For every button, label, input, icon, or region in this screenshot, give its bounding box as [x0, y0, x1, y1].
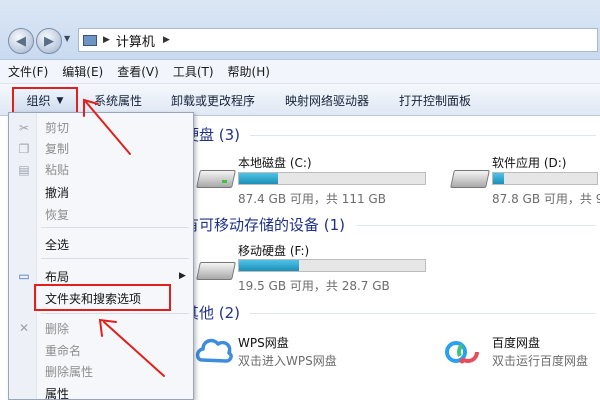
baidu-drive-name[interactable]: 百度网盘: [492, 334, 540, 351]
copy-icon: ❐: [18, 142, 30, 156]
section-divider: [250, 313, 596, 314]
map-network-drive-button[interactable]: 映射网络驱动器: [285, 92, 369, 109]
recent-pages-dropdown[interactable]: ▼: [64, 34, 70, 43]
drive-usage-fill: [239, 260, 299, 271]
breadcrumb-computer[interactable]: 计算机: [116, 31, 155, 50]
baidu-netdisk-icon[interactable]: [442, 330, 482, 370]
submenu-arrow-icon: ▶: [179, 271, 186, 281]
breadcrumb-separator-icon[interactable]: ▶: [103, 35, 110, 45]
menu-item-paste[interactable]: 粘贴: [45, 161, 69, 178]
menu-item-redo[interactable]: 恢复: [45, 206, 69, 223]
menu-item-properties[interactable]: 属性: [45, 385, 69, 400]
section-divider: [356, 225, 596, 226]
drive-name[interactable]: 本地磁盘 (C:): [238, 154, 312, 171]
organize-button[interactable]: 组织 ▼: [12, 87, 78, 114]
organize-menu: ✂ 剪切 ❐ 复制 ▤ 粘贴 撤消 恢复 全选 ▭ 布局 ▶ 文件夹和搜索选项 …: [8, 112, 194, 400]
baidu-drive-desc: 双击运行百度网盘: [492, 354, 589, 368]
back-button[interactable]: ◀: [8, 28, 34, 54]
menu-item-layout[interactable]: 布局: [45, 268, 69, 285]
forward-button[interactable]: ▶: [36, 28, 62, 54]
drive-info: 19.5 GB 可用，共 28.7 GB: [238, 279, 390, 293]
menu-separator: [41, 313, 189, 314]
drive-info: 87.4 GB 可用，共 111 GB: [238, 192, 386, 206]
removable-drive-icon[interactable]: [196, 258, 236, 282]
menu-bar: 文件(F) 编辑(E) 查看(V) 工具(T) 帮助(H): [0, 60, 600, 84]
menu-edit[interactable]: 编辑(E): [62, 63, 103, 80]
menu-help[interactable]: 帮助(H): [228, 63, 270, 80]
drive-usage-bar: [492, 172, 598, 185]
drive-usage-bar: [238, 172, 426, 185]
breadcrumb-separator-icon[interactable]: ▶: [163, 35, 170, 45]
hard-drive-icon[interactable]: [196, 166, 236, 190]
section-divider: [250, 135, 596, 136]
wps-drive-desc: 双击进入WPS网盘: [238, 354, 337, 368]
drive-name[interactable]: 移动硬盘 (F:): [238, 242, 309, 259]
address-area: ◀ ▶ ▼ ▶ 计算机 ▶: [0, 0, 600, 60]
menu-item-undo[interactable]: 撤消: [45, 184, 69, 201]
drive-info: 87.8 GB 可用，共 9: [492, 192, 600, 206]
forward-arrow-icon: ▶: [44, 33, 54, 49]
uninstall-program-button[interactable]: 卸载或更改程序: [171, 92, 255, 109]
drive-usage-fill: [239, 173, 279, 184]
computer-icon: [83, 34, 97, 46]
menu-item-select-all[interactable]: 全选: [45, 236, 69, 253]
system-properties-button[interactable]: 系统属性: [94, 92, 142, 109]
scissors-icon: ✂: [18, 121, 30, 135]
menu-file[interactable]: 文件(F): [8, 63, 48, 80]
paste-icon: ▤: [18, 163, 30, 177]
folder-options-highlight: [34, 284, 171, 311]
back-arrow-icon: ◀: [16, 33, 26, 49]
menu-tools[interactable]: 工具(T): [173, 63, 214, 80]
layout-icon: ▭: [18, 269, 30, 283]
wps-cloud-icon[interactable]: [194, 330, 234, 370]
menu-item-rename[interactable]: 重命名: [45, 342, 81, 359]
drive-usage-fill: [493, 173, 505, 184]
menu-separator: [41, 227, 189, 228]
menu-separator: [41, 258, 189, 259]
wps-drive-name[interactable]: WPS网盘: [238, 334, 289, 351]
drive-name[interactable]: 软件应用 (D:): [492, 154, 566, 171]
menu-view[interactable]: 查看(V): [117, 63, 159, 80]
drive-usage-bar: [238, 259, 426, 272]
menu-item-delete[interactable]: 删除: [45, 320, 69, 337]
section-removable[interactable]: 有可移动存储的设备 (1): [184, 214, 345, 235]
open-control-panel-button[interactable]: 打开控制面板: [399, 92, 471, 109]
menu-item-copy[interactable]: 复制: [45, 140, 69, 157]
menu-item-cut[interactable]: 剪切: [45, 119, 69, 136]
hard-drive-icon[interactable]: [450, 166, 490, 190]
organize-label: 组织: [26, 94, 51, 108]
chevron-down-icon: ▼: [56, 95, 64, 106]
address-bar[interactable]: ▶ 计算机 ▶: [78, 28, 598, 52]
menu-item-remove-properties[interactable]: 删除属性: [45, 363, 93, 380]
delete-icon: ✕: [18, 321, 30, 335]
